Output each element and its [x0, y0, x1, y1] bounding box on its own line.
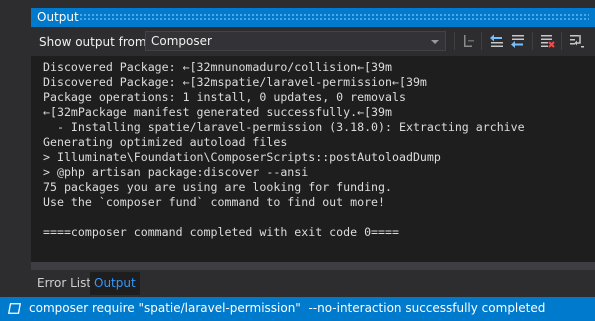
clear-all-button[interactable] [539, 33, 557, 49]
output-line: Package operations: 1 install, 0 updates… [43, 90, 406, 104]
tab-output[interactable]: Output [90, 272, 140, 295]
find-message-button[interactable] [461, 33, 479, 49]
show-output-label: Show output from: [39, 35, 151, 49]
status-text: composer require "spatie/laravel-permiss… [29, 301, 546, 315]
clear-all-icon [539, 33, 557, 49]
output-line: ====composer command completed with exit… [43, 225, 399, 239]
output-line: > @php artisan package:discover --ansi [43, 165, 309, 179]
previous-message-button[interactable] [488, 33, 506, 49]
toolbar-separator [454, 32, 455, 50]
output-line: ←[32mPackage manifest generated successf… [43, 105, 393, 119]
editor-top-strip [31, 0, 595, 8]
output-text-area[interactable]: Discovered Package: ←[32mnunomaduro/coll… [31, 56, 595, 262]
output-window-icon[interactable] [8, 303, 21, 314]
toggle-word-wrap-icon [568, 33, 586, 49]
toggle-word-wrap-button[interactable] [568, 33, 586, 49]
output-source-value: Composer [151, 34, 212, 48]
find-message-icon [461, 33, 479, 49]
output-line: Discovered Package: ←[32mnunomaduro/coll… [43, 60, 393, 74]
output-line: Use the `composer fund` command to find … [43, 195, 386, 209]
output-title-bar[interactable]: Output [31, 8, 595, 27]
toolbar-separator [532, 32, 533, 50]
tab-label: Error List [37, 276, 92, 290]
panel-title: Output [37, 10, 79, 24]
output-panel: Output Show output from: Composer Discov… [31, 8, 595, 297]
next-message-button[interactable] [509, 33, 527, 49]
horizontal-scrollbar[interactable] [31, 262, 595, 270]
next-message-icon [509, 33, 527, 49]
output-line: Discovered Package: ←[32mspatie/laravel-… [43, 75, 427, 89]
title-grip[interactable] [79, 13, 589, 22]
output-toolbar: Show output from: Composer [31, 27, 595, 56]
editor-left-strip [0, 0, 31, 297]
output-line: 75 packages you are using are looking fo… [43, 180, 393, 194]
previous-message-icon [488, 33, 506, 49]
toolbar-separator [481, 32, 482, 50]
tab-label: Output [94, 276, 136, 290]
output-line: - Installing spatie/laravel-permission (… [43, 120, 525, 134]
output-source-dropdown[interactable]: Composer [145, 31, 446, 51]
tab-error-list[interactable]: Error List [33, 272, 95, 295]
output-line: > Illuminate\Foundation\ComposerScripts:… [43, 150, 441, 164]
toolbar-separator [561, 32, 562, 50]
chevron-down-icon[interactable] [431, 40, 439, 44]
status-bar: composer require "spatie/laravel-permiss… [0, 297, 595, 321]
panel-tab-strip: Error List Output [31, 270, 595, 297]
output-line: Generating optimized autoload files [43, 135, 288, 149]
